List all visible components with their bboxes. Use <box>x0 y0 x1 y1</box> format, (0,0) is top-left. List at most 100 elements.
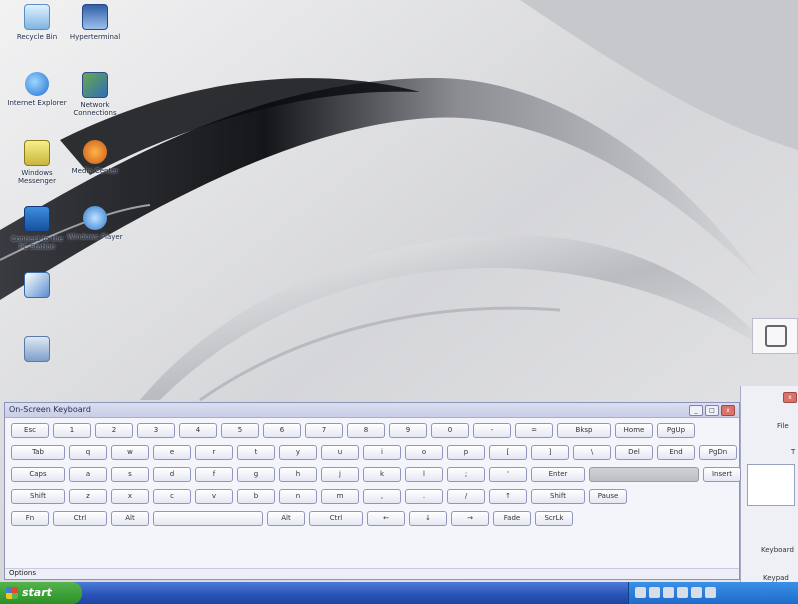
background-window[interactable] <box>752 318 798 354</box>
key-insert[interactable]: Insert <box>703 467 741 482</box>
key-g[interactable]: g <box>237 467 275 482</box>
desktop-icon-app-6[interactable]: Media Center <box>64 140 126 175</box>
key-alt[interactable]: Alt <box>111 511 149 526</box>
key-blank[interactable] <box>589 467 699 482</box>
key-s[interactable]: s <box>111 467 149 482</box>
key-f[interactable]: f <box>195 467 233 482</box>
key-pause[interactable]: Pause <box>589 489 627 504</box>
key-p[interactable]: p <box>447 445 485 460</box>
key-fn[interactable]: Fn <box>11 511 49 526</box>
key-shift[interactable]: Shift <box>531 489 585 504</box>
key-u[interactable]: u <box>321 445 359 460</box>
key-ctrl[interactable]: Ctrl <box>53 511 107 526</box>
key-bksp[interactable]: Bksp <box>557 423 611 438</box>
key-m[interactable]: m <box>321 489 359 504</box>
key-z[interactable]: z <box>69 489 107 504</box>
key-w[interactable]: w <box>111 445 149 460</box>
key--[interactable]: , <box>363 489 401 504</box>
key--[interactable]: . <box>405 489 443 504</box>
key-o[interactable]: o <box>405 445 443 460</box>
key-y[interactable]: y <box>279 445 317 460</box>
start-button[interactable]: start <box>0 582 82 604</box>
key-ctrl[interactable]: Ctrl <box>309 511 363 526</box>
key--[interactable]: ] <box>531 445 569 460</box>
key-caps[interactable]: Caps <box>11 467 65 482</box>
key-j[interactable]: j <box>321 467 359 482</box>
key-b[interactable]: b <box>237 489 275 504</box>
tray-icon[interactable] <box>691 587 702 598</box>
key-9[interactable]: 9 <box>389 423 427 438</box>
key-i[interactable]: i <box>363 445 401 460</box>
key-6[interactable]: 6 <box>263 423 301 438</box>
tray-icon[interactable] <box>649 587 660 598</box>
key-pgup[interactable]: PgUp <box>657 423 695 438</box>
key-7[interactable]: 7 <box>305 423 343 438</box>
key--[interactable]: ; <box>447 467 485 482</box>
key-d[interactable]: d <box>153 467 191 482</box>
key-shift[interactable]: Shift <box>11 489 65 504</box>
key-q[interactable]: q <box>69 445 107 460</box>
key-pgdn[interactable]: PgDn <box>699 445 737 460</box>
key-t[interactable]: t <box>237 445 275 460</box>
key-home[interactable]: Home <box>615 423 653 438</box>
key-2[interactable]: 2 <box>95 423 133 438</box>
key--[interactable]: → <box>451 511 489 526</box>
key--[interactable]: ↑ <box>489 489 527 504</box>
key-alt[interactable]: Alt <box>267 511 305 526</box>
key-k[interactable]: k <box>363 467 401 482</box>
key--[interactable]: ↓ <box>409 511 447 526</box>
desktop-icon-internet-explorer[interactable]: Internet Explorer <box>6 72 68 107</box>
tray-icon[interactable] <box>677 587 688 598</box>
key-tab[interactable]: Tab <box>11 445 65 460</box>
key-c[interactable]: c <box>153 489 191 504</box>
tray-icon[interactable] <box>663 587 674 598</box>
osk-title-bar[interactable]: On-Screen Keyboard _ □ x <box>5 403 739 418</box>
desktop-icon-app-2[interactable]: Hyperterminal <box>64 4 126 41</box>
key-fade[interactable]: Fade <box>493 511 531 526</box>
key-del[interactable]: Del <box>615 445 653 460</box>
key-blank[interactable] <box>153 511 263 526</box>
key-h[interactable]: h <box>279 467 317 482</box>
key--[interactable]: [ <box>489 445 527 460</box>
right-side-window[interactable]: x File T Keyboard Keypad <box>740 386 798 582</box>
key--[interactable]: / <box>447 489 485 504</box>
options-label[interactable]: Options <box>9 569 36 577</box>
desktop-icon-recycle-bin[interactable]: Recycle Bin <box>6 4 68 41</box>
close-icon[interactable]: x <box>783 392 797 403</box>
key--[interactable]: ' <box>489 467 527 482</box>
key-1[interactable]: 1 <box>53 423 91 438</box>
key-4[interactable]: 4 <box>179 423 217 438</box>
key--[interactable]: ← <box>367 511 405 526</box>
key-end[interactable]: End <box>657 445 695 460</box>
key-a[interactable]: a <box>69 467 107 482</box>
desktop-icon-app-8[interactable]: Windows Player <box>64 206 126 241</box>
menu-file[interactable]: File <box>777 422 789 430</box>
key-n[interactable]: n <box>279 489 317 504</box>
key-esc[interactable]: Esc <box>11 423 49 438</box>
desktop-icon-app-10[interactable] <box>6 336 68 365</box>
key-e[interactable]: e <box>153 445 191 460</box>
minimize-icon[interactable]: _ <box>689 405 703 416</box>
key--[interactable]: \ <box>573 445 611 460</box>
maximize-icon[interactable]: □ <box>705 405 719 416</box>
desktop-icon-app-5[interactable]: Windows Messenger <box>6 140 68 185</box>
key-3[interactable]: 3 <box>137 423 175 438</box>
key-0[interactable]: 0 <box>431 423 469 438</box>
key-8[interactable]: 8 <box>347 423 385 438</box>
close-icon[interactable]: x <box>721 405 735 416</box>
key-x[interactable]: x <box>111 489 149 504</box>
panel-field[interactable] <box>747 464 795 506</box>
key--[interactable]: = <box>515 423 553 438</box>
key-l[interactable]: l <box>405 467 443 482</box>
desktop-icon-app-4[interactable]: Network Connections <box>64 72 126 117</box>
key-enter[interactable]: Enter <box>531 467 585 482</box>
key-5[interactable]: 5 <box>221 423 259 438</box>
on-screen-keyboard-window[interactable]: On-Screen Keyboard _ □ x Esc 1 2 3 4 5 6 7 8 9 0- =… <box>4 402 741 580</box>
key-r[interactable]: r <box>195 445 233 460</box>
key--[interactable]: - <box>473 423 511 438</box>
tray-icon[interactable] <box>635 587 646 598</box>
key-v[interactable]: v <box>195 489 233 504</box>
key-scrlk[interactable]: ScrLk <box>535 511 573 526</box>
desktop-icon-app-7[interactable]: Connect to the PC Station <box>6 206 68 251</box>
desktop-icon-app-9[interactable] <box>6 272 68 301</box>
